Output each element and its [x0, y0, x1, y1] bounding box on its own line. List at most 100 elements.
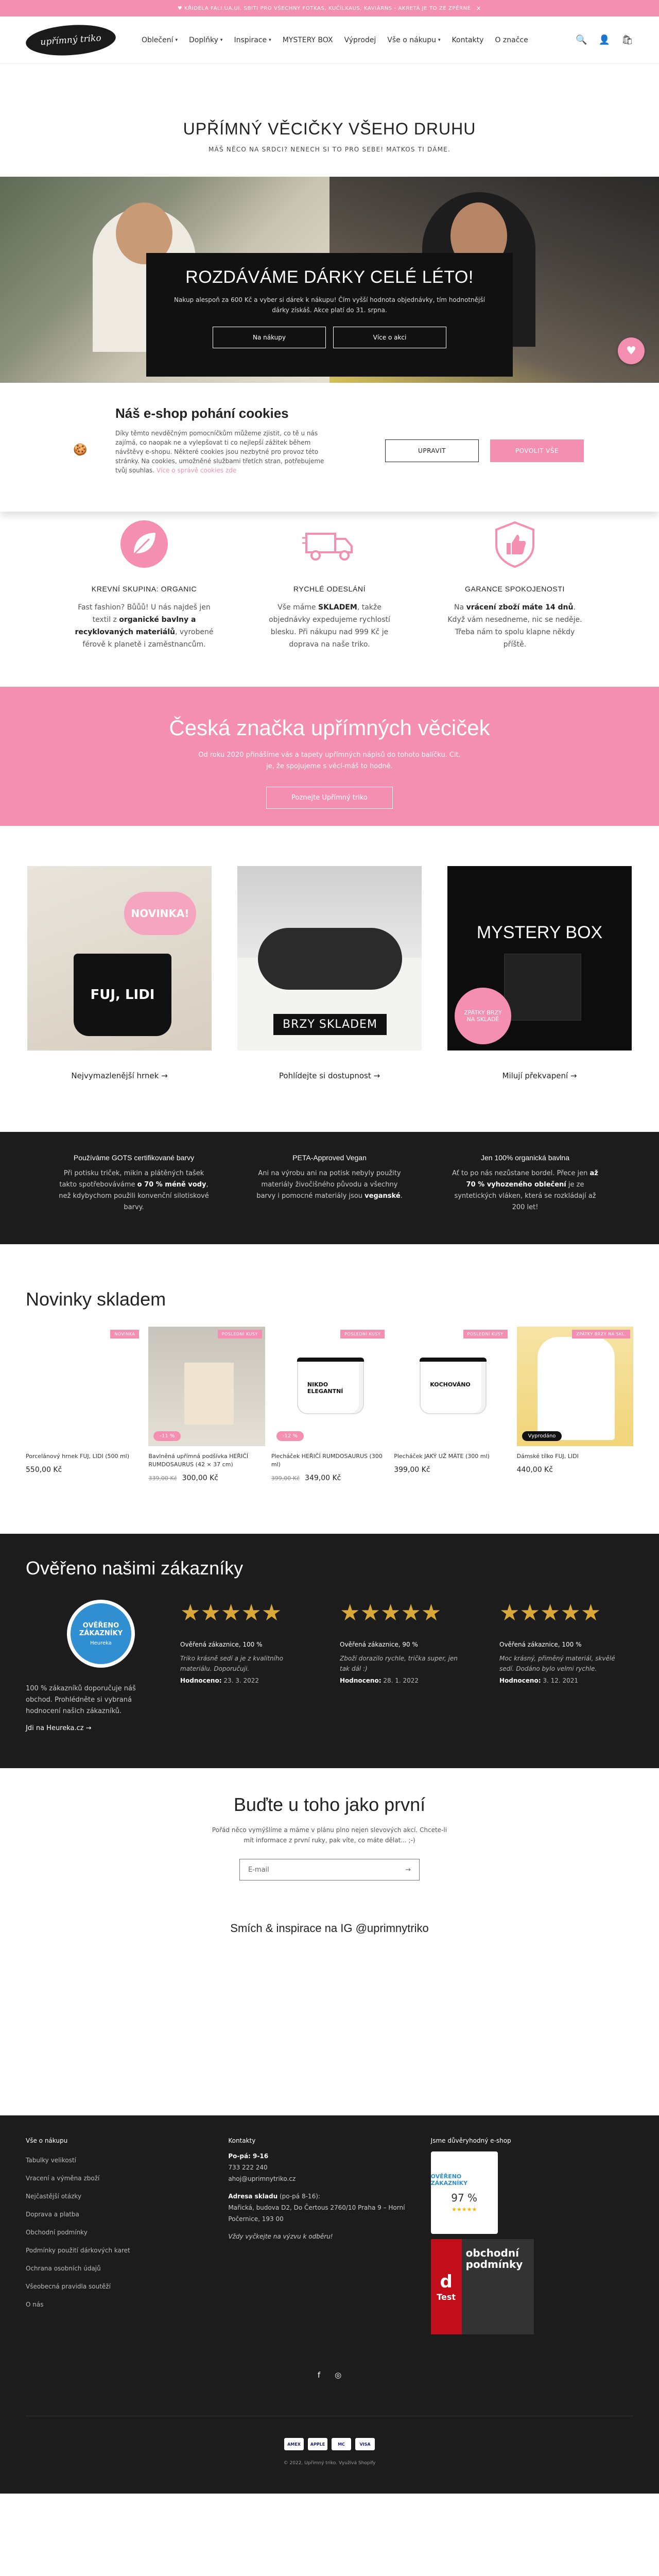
product-name[interactable]: Dámské tílko FUJ, LIDI: [517, 1452, 633, 1461]
instagram-section: Smích & inspirace na IG @uprimnytriko: [0, 1901, 659, 2115]
review-card: ★★★★★ Ověřená zákaznice, 100 % Triko krá…: [180, 1600, 309, 1732]
phone[interactable]: 733 222 240: [228, 2164, 267, 2171]
email-field[interactable]: E-mail →: [239, 1859, 420, 1880]
collection-image[interactable]: MYSTERY BOX ZPÁTKY BRZY NA SKLADĚ: [447, 866, 632, 1050]
review-date: Hodnoceno: 3. 12. 2021: [499, 1677, 579, 1684]
product-price: 399,00 Kč: [394, 1466, 430, 1474]
stars-rating: ★★★★★: [180, 1600, 282, 1626]
product-card[interactable]: POSLEDNÍ KUSY -11 % Bavlněná upřímná pod…: [148, 1327, 265, 1482]
apple-pay-icon: APPLE: [308, 2438, 327, 2450]
footer-link[interactable]: Vracení a výměna zboží: [26, 2170, 228, 2188]
soon-label: BRZY SKLADEM: [273, 1014, 387, 1035]
review-text: Zboží dorazilo rychle, trička super, jen…: [340, 1655, 458, 1672]
nav-item-o-zna-ce[interactable]: O značce: [495, 36, 528, 44]
product-image[interactable]: ZPÁTKY BRZY NA SKL. Vyprodáno: [516, 1327, 634, 1446]
mug-image: NIKDO ELEGANTNÍ: [297, 1358, 364, 1414]
search-icon[interactable]: 🔍: [576, 35, 587, 45]
footer-link[interactable]: O nás: [26, 2296, 228, 2314]
footer-link[interactable]: Podmínky použití dárkových karet: [26, 2242, 228, 2260]
product-image[interactable]: NOVINKA: [26, 1327, 143, 1446]
footer-link[interactable]: Obchodní podmínky: [26, 2224, 228, 2242]
nav-item-v-e-o-n-kupu[interactable]: Vše o nákupu ▾: [387, 36, 440, 44]
arrow-right-icon[interactable]: →: [405, 1866, 411, 1874]
nav-item-v-prodej[interactable]: Výprodej: [344, 36, 376, 44]
brand-button[interactable]: Poznejte Upřímný triko: [266, 787, 393, 809]
close-icon[interactable]: ×: [476, 5, 482, 12]
product-image[interactable]: KOCHOVÁNO POSLEDNÍ KUSY: [394, 1327, 511, 1446]
cookie-allow-button[interactable]: POVOLIT VŠE: [490, 439, 584, 462]
cookie-banner: 🍪 Náš e-shop pohání cookies Díky těmto n…: [0, 383, 659, 512]
cookie-title: Náš e-shop pohání cookies: [115, 405, 289, 421]
dtest-certificate[interactable]: d Test obchodní podmínky: [430, 2239, 534, 2334]
banner-box: ROZDÁVÁME DÁRKY CELÉ LÉTO! Nakup alespoň…: [146, 253, 513, 377]
new-products: Novinky skladem NOVINKA Porcelánový hrne…: [0, 1244, 659, 1534]
nav-item-inspirace[interactable]: Inspirace ▾: [234, 36, 271, 44]
mystery-box-title: MYSTERY BOX: [476, 923, 603, 942]
footer-link[interactable]: Doprava a platba: [26, 2206, 228, 2224]
product-card[interactable]: ZPÁTKY BRZY NA SKL. Vyprodáno Dámské tíl…: [516, 1327, 634, 1482]
discount-badge: -12 %: [276, 1431, 304, 1441]
review-date: Hodnoceno: 23. 3. 2022: [180, 1677, 259, 1684]
cookie-adjust-button[interactable]: UPRAVIT: [385, 439, 479, 462]
footer-link[interactable]: Ochrana osobních údajů: [26, 2260, 228, 2278]
product-image[interactable]: NIKDO ELEGANTNÍ POSLEDNÍ KUSY -12 %: [271, 1327, 388, 1446]
nav-item-dopl-ky[interactable]: Doplňky ▾: [189, 36, 222, 44]
heureka-certificate[interactable]: OVĚŘENO ZÁKAZNÍKY 97 % ★★★★★: [430, 2151, 498, 2234]
heureka-badge[interactable]: OVĚŘENO ZÁKAZNÍKY Heureka: [67, 1600, 135, 1668]
product-name[interactable]: Plecháček HEŘIČÍ RUMDOSAURUS (300 ml): [271, 1452, 388, 1469]
collection-link[interactable]: Nejvymazlenější hrnek →: [27, 1071, 212, 1080]
visa-icon: VISA: [355, 2438, 375, 2450]
collection-link[interactable]: Pohlídejte si dostupnost →: [237, 1071, 422, 1080]
value-title: Používáme GOTS certifikované barvy: [73, 1154, 195, 1162]
collection-card[interactable]: NOVINKA! FUJ, LIDI Nejvymazlenější hrnek…: [27, 866, 212, 1080]
chevron-down-icon: ▾: [175, 37, 178, 43]
feature-shipping: RYCHLÉ ODESLÁNÍ Vše máme SKLADEM, takže …: [260, 516, 399, 651]
instagram-icon[interactable]: ◎: [335, 2370, 341, 2380]
product-image[interactable]: POSLEDNÍ KUSY -11 %: [148, 1327, 265, 1446]
address: Mařická, budova D2, Do Čertous 2760/10 P…: [228, 2204, 405, 2223]
cart-icon[interactable]: 🛍: [621, 35, 633, 45]
shop-button[interactable]: Na nákupy: [213, 327, 326, 348]
stars-rating: ★★★★★: [499, 1600, 601, 1626]
product-name[interactable]: Porcelánový hrnek FUJ, LIDI (500 ml): [26, 1452, 142, 1461]
collection-image[interactable]: BRZY SKLADEM: [237, 866, 422, 1050]
nav-item-oble-en-[interactable]: Oblečení ▾: [142, 36, 178, 44]
product-card[interactable]: NOVINKA Porcelánový hrnek FUJ, LIDI (500…: [26, 1327, 143, 1482]
more-info-button[interactable]: Více o akci: [333, 327, 446, 348]
product-card[interactable]: NIKDO ELEGANTNÍ POSLEDNÍ KUSY -12 % Plec…: [271, 1327, 388, 1482]
product-name[interactable]: Plecháček JAKÝ UŽ MÁTE (300 ml): [394, 1452, 510, 1461]
product-name[interactable]: Bavlněná upřímná podšívka HEŘIČÍ RUMDOSA…: [148, 1452, 265, 1469]
heureka-link[interactable]: Jdi na Heureka.cz →: [26, 1724, 149, 1732]
copyright: © 2022, Upřímný triko. Využívá Shopify: [283, 2461, 376, 2466]
footer-heading: Vše o nákupu: [26, 2137, 68, 2144]
facebook-icon[interactable]: f: [318, 2370, 320, 2380]
pickup-note: Vždy vyčkejte na výzvu k odběru!: [228, 2233, 333, 2240]
review-card: ★★★★★ Ověřená zákaznice, 100 % Moc krásn…: [499, 1600, 628, 1732]
collection-card[interactable]: MYSTERY BOX ZPÁTKY BRZY NA SKLADĚ Milují…: [447, 866, 632, 1080]
collection-image[interactable]: NOVINKA! FUJ, LIDI: [27, 866, 212, 1050]
footer-link[interactable]: Tabulky velikostí: [26, 2151, 228, 2170]
product-card[interactable]: KOCHOVÁNO POSLEDNÍ KUSY Plecháček JAKÝ U…: [394, 1327, 511, 1482]
product-price: 550,00 Kč: [26, 1466, 62, 1474]
footer-link[interactable]: Nejčastější otázky: [26, 2188, 228, 2206]
review-author: Ověřená zákaznice, 90 %: [340, 1641, 418, 1648]
review-author: Ověřená zákaznice, 100 %: [180, 1641, 263, 1648]
email-link[interactable]: ahoj@uprimnytriko.cz: [228, 2175, 296, 2182]
collection-card[interactable]: BRZY SKLADEM Pohlídejte si dostupnost →: [237, 866, 422, 1080]
review-card: ★★★★★ Ověřená zákaznice, 90 % Zboží dora…: [340, 1600, 469, 1732]
collection-link[interactable]: Milují překvapení →: [447, 1071, 632, 1080]
value-text: Ať to po nás nezůstane bordel. Přece jen…: [452, 1170, 598, 1211]
cookie-link[interactable]: Více o správě cookies zde: [157, 467, 236, 474]
nav-item-mystery-box[interactable]: MYSTERY BOX: [283, 36, 333, 44]
account-icon[interactable]: 👤: [599, 35, 610, 45]
review-author: Ověřená zákaznice, 100 %: [499, 1641, 582, 1648]
chevron-down-icon: ▾: [269, 37, 271, 43]
logo[interactable]: upřímný triko: [25, 22, 117, 58]
site-header: upřímný triko Oblečení ▾ Doplňky ▾ Inspirace…: [0, 16, 659, 64]
nav-item-kontakty[interactable]: Kontakty: [452, 36, 484, 44]
chat-icon[interactable]: ♥: [618, 337, 645, 364]
footer-link[interactable]: Všeobecná pravidla soutěží: [26, 2278, 228, 2296]
back-soon-badge: ZPÁTKY BRZY NA SKLADĚ: [455, 988, 511, 1044]
brand-text: Od roku 2020 přinášíme vás a tapety upří…: [198, 751, 461, 770]
heureka-block: OVĚŘENO ZÁKAZNÍKY Heureka 100 % zákazník…: [26, 1600, 149, 1732]
